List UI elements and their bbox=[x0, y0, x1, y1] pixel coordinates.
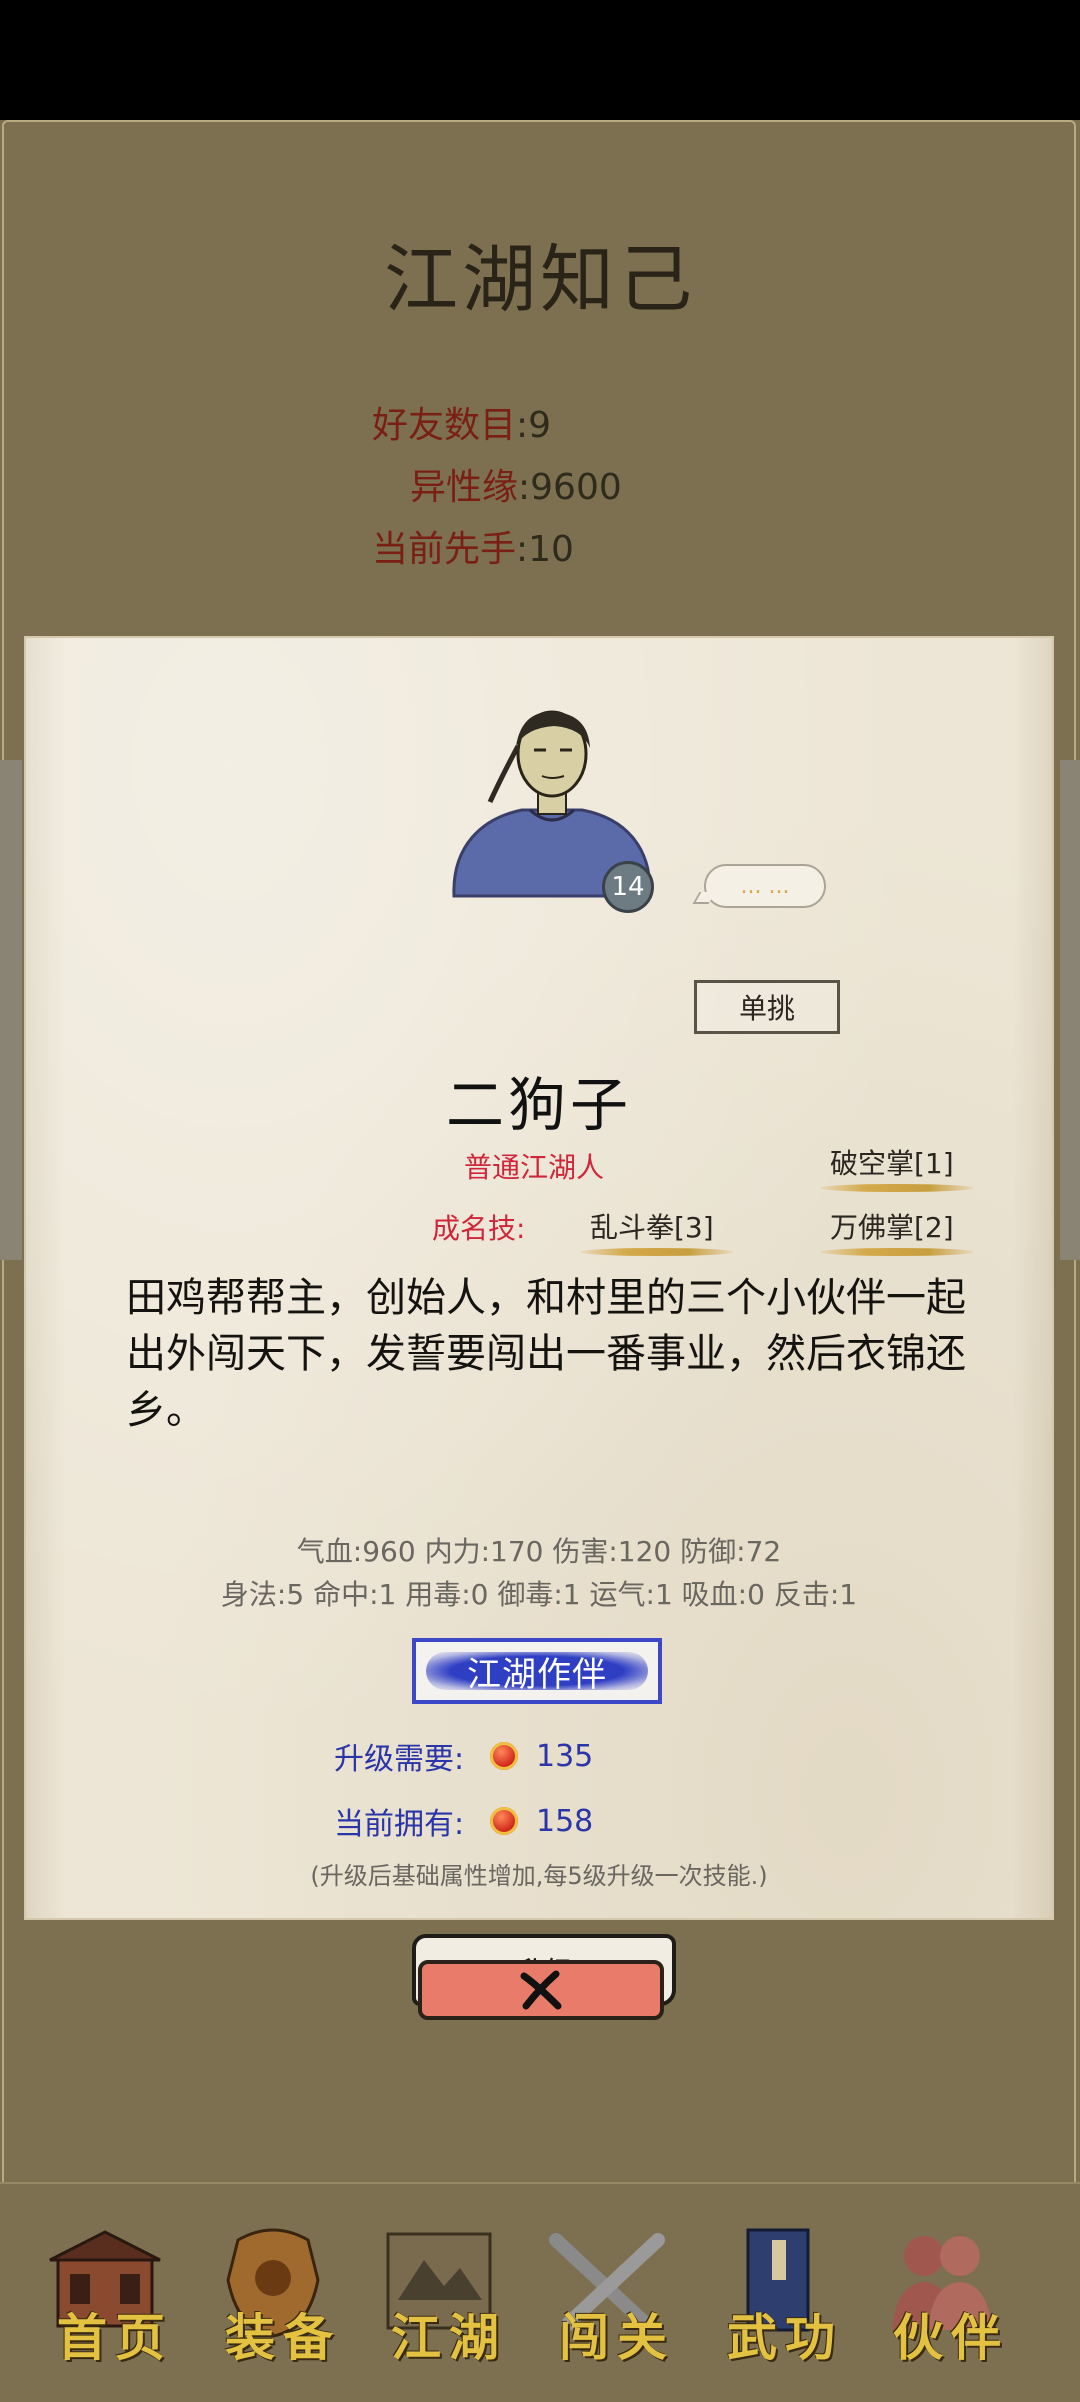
skill-1-underline bbox=[820, 1184, 974, 1192]
companion-button-label: 江湖作伴 bbox=[467, 1654, 607, 1695]
skill-1-label: 破空掌[1] bbox=[830, 1147, 954, 1180]
owned-row: 当前拥有: 158 bbox=[334, 1799, 593, 1843]
character-name: 二狗子 bbox=[445, 1071, 632, 1139]
nav-partners[interactable]: 伙伴 bbox=[866, 2220, 1016, 2370]
coin-icon bbox=[490, 1807, 518, 1835]
app-screen: 江湖知己 好友数目:9 异性缘:9600 当前先手:10 14 ... ... … bbox=[0, 120, 1080, 2400]
nav-challenge[interactable]: 闯关 bbox=[532, 2220, 682, 2370]
nav-jianghu-label: 江湖 bbox=[391, 2308, 507, 2367]
duel-button[interactable]: 单挑 bbox=[694, 980, 840, 1034]
skill-3-label: 万佛掌[2] bbox=[830, 1211, 954, 1244]
upgrade-cost-row: 升级需要: 135 bbox=[334, 1734, 593, 1778]
initiative-value: 10 bbox=[528, 529, 574, 570]
charm-stat: 异性缘:9600 bbox=[410, 467, 622, 508]
close-icon bbox=[520, 1970, 562, 2010]
skill-3-underline bbox=[820, 1248, 974, 1256]
skill-1: 破空掌[1] bbox=[820, 1142, 974, 1192]
owned-label: 当前拥有: bbox=[334, 1807, 465, 1842]
nav-martial-arts-label: 武功 bbox=[727, 2308, 843, 2367]
nav-challenge-label: 闯关 bbox=[559, 2308, 675, 2367]
signature-skill-label: 成名技: bbox=[432, 1212, 526, 1245]
initiative-stat: 当前先手:10 bbox=[372, 529, 574, 570]
nav-equipment[interactable]: 装备 bbox=[198, 2220, 348, 2370]
nav-equipment-label: 装备 bbox=[225, 2308, 341, 2367]
bottom-nav: 首页 装备 江湖 闯关 武功 伙伴 bbox=[0, 2182, 1080, 2402]
character-bio: 田鸡帮帮主，创始人，和村里的三个小伙伴一起出外闯天下，发誓要闯出一番事业，然后衣… bbox=[126, 1275, 966, 1433]
upgrade-cost-value: 135 bbox=[536, 1738, 594, 1774]
nav-home[interactable]: 首页 bbox=[30, 2220, 180, 2370]
page-title: 江湖知己 bbox=[384, 237, 696, 323]
coin-icon bbox=[490, 1742, 518, 1770]
speech-bubble: ... ... bbox=[704, 864, 826, 908]
friend-count-value: 9 bbox=[528, 405, 552, 446]
character-rank: 普通江湖人 bbox=[464, 1151, 605, 1184]
owned-value: 158 bbox=[536, 1803, 594, 1839]
charm-label: 异性缘 bbox=[410, 467, 519, 508]
charm-value: 9600 bbox=[530, 467, 622, 508]
left-edge-band bbox=[0, 760, 22, 1260]
skill-2: 乱斗拳[3] bbox=[580, 1206, 734, 1256]
companion-button[interactable]: 江湖作伴 bbox=[412, 1638, 662, 1704]
attributes-secondary: 身法:5 命中:1 用毒:0 御毒:1 运气:1 吸血:0 反击:1 bbox=[220, 1578, 858, 1611]
nav-martial-arts[interactable]: 武功 bbox=[700, 2220, 850, 2370]
close-button[interactable] bbox=[418, 1960, 664, 2020]
upgrade-cost-label: 升级需要: bbox=[334, 1742, 465, 1777]
initiative-label: 当前先手 bbox=[372, 529, 517, 570]
skill-3: 万佛掌[2] bbox=[820, 1206, 974, 1256]
skill-2-label: 乱斗拳[3] bbox=[590, 1211, 714, 1244]
friend-count: 好友数目:9 bbox=[372, 405, 552, 446]
nav-partners-label: 伙伴 bbox=[893, 2308, 1009, 2367]
nav-jianghu[interactable]: 江湖 bbox=[364, 2220, 514, 2370]
level-badge: 14 bbox=[602, 861, 654, 913]
right-edge-band bbox=[1060, 760, 1080, 1260]
attributes-primary: 气血:960 内力:170 伤害:120 防御:72 bbox=[296, 1535, 782, 1568]
friend-count-label: 好友数目 bbox=[372, 405, 517, 446]
character-dialog: 14 ... ... 单挑 二狗子 普通江湖人 破空掌[1] 成名技: 乱斗拳[… bbox=[24, 636, 1054, 2006]
nav-home-label: 首页 bbox=[57, 2308, 173, 2367]
skill-2-underline bbox=[580, 1248, 734, 1256]
upgrade-note: (升级后基础属性增加,每5级升级一次技能.) bbox=[310, 1862, 768, 1890]
